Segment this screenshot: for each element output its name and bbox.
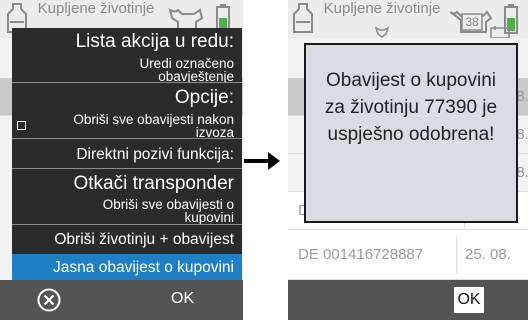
date-cell: 25. 08.	[456, 236, 511, 274]
ok-button[interactable]: OK	[171, 290, 194, 308]
left-footer: OK	[0, 280, 243, 320]
ok-button[interactable]: OK	[454, 287, 484, 313]
menu-item-delete-after-export-label: Obriši sve obavijesti nakon izvoza	[73, 112, 234, 139]
left-screen: Kupljene životinje Lista akcija u redu: …	[0, 0, 243, 320]
menu-item-edit-notice-label: Uredi označeno obavještenje	[139, 56, 234, 83]
checkbox-icon[interactable]	[17, 121, 26, 130]
animal-head-icon	[374, 26, 390, 38]
right-footer: OK	[288, 280, 528, 320]
menu-heading-options: Opcije:	[12, 84, 242, 111]
menu-heading-direct-calls: Direktni pozivi funkcija:	[12, 140, 242, 169]
calendar-icon	[490, 26, 510, 38]
table-row[interactable]: DE 001416728887 25. 08.	[288, 230, 528, 280]
tab-battery	[490, 0, 528, 38]
tab-cow-badge[interactable]: 38	[446, 0, 496, 38]
menu-item-delete-after-export[interactable]: Obriši sve obavijesti nakon izvoza	[12, 111, 242, 139]
menu-item-delete-animal-and-notice[interactable]: Obriši životinju + obavijest	[12, 226, 242, 254]
menu-heading-queued-actions-label: Lista akcija u redu:	[75, 31, 234, 52]
tab-bar: Kupljene životinje 38	[288, 0, 528, 38]
menu-heading-queued-actions: Lista akcija u redu:	[12, 28, 242, 55]
menu-item-detach-transponder[interactable]: Otkači transponder	[12, 170, 242, 197]
menu-item-clear-purchase-notice[interactable]: Jasna obavijest o kupovini	[12, 254, 242, 281]
menu-item-detach-transponder-label: Otkači transponder	[73, 173, 234, 194]
menu-item-delete-all-purchase-notices[interactable]: Obriši sve obavijesti o kupovini	[12, 197, 242, 225]
arrow-right-icon	[244, 150, 282, 177]
circle-x-icon[interactable]	[37, 288, 61, 312]
purchase-approved-dialog: Obavijest o kupovini za životinju 77390 …	[304, 43, 518, 223]
menu-heading-options-label: Opcije:	[174, 87, 234, 108]
badge-count: 38	[465, 15, 479, 29]
menu-item-edit-notice[interactable]: Uredi označeno obavještenje	[12, 55, 242, 83]
tab-purchased-animals-label: Kupljene životinje	[323, 0, 441, 17]
menu-item-clear-purchase-notice-label: Jasna obavijest o kupovini	[53, 259, 234, 276]
bottle-tag-icon	[290, 2, 316, 34]
animal-id-cell: DE 001416728887	[298, 246, 424, 263]
dialog-message: Obavijest o kupovini za životinju 77390 …	[324, 70, 498, 145]
menu-item-delete-all-purchase-notices-label: Obriši sve obavijesti o kupovini	[102, 197, 234, 225]
menu-item-delete-animal-and-notice-label: Obriši životinju + obavijest	[54, 231, 234, 248]
tab-purchased-animals-label: Kupljene životinje	[37, 0, 155, 17]
action-menu: Lista akcija u redu: Uredi označeno obav…	[12, 28, 242, 281]
tab-purchased-animals[interactable]: Kupljene životinje	[322, 0, 442, 38]
tab-animal-bottle[interactable]	[288, 0, 322, 38]
menu-heading-direct-calls-label: Direktni pozivi funkcija:	[76, 146, 234, 163]
